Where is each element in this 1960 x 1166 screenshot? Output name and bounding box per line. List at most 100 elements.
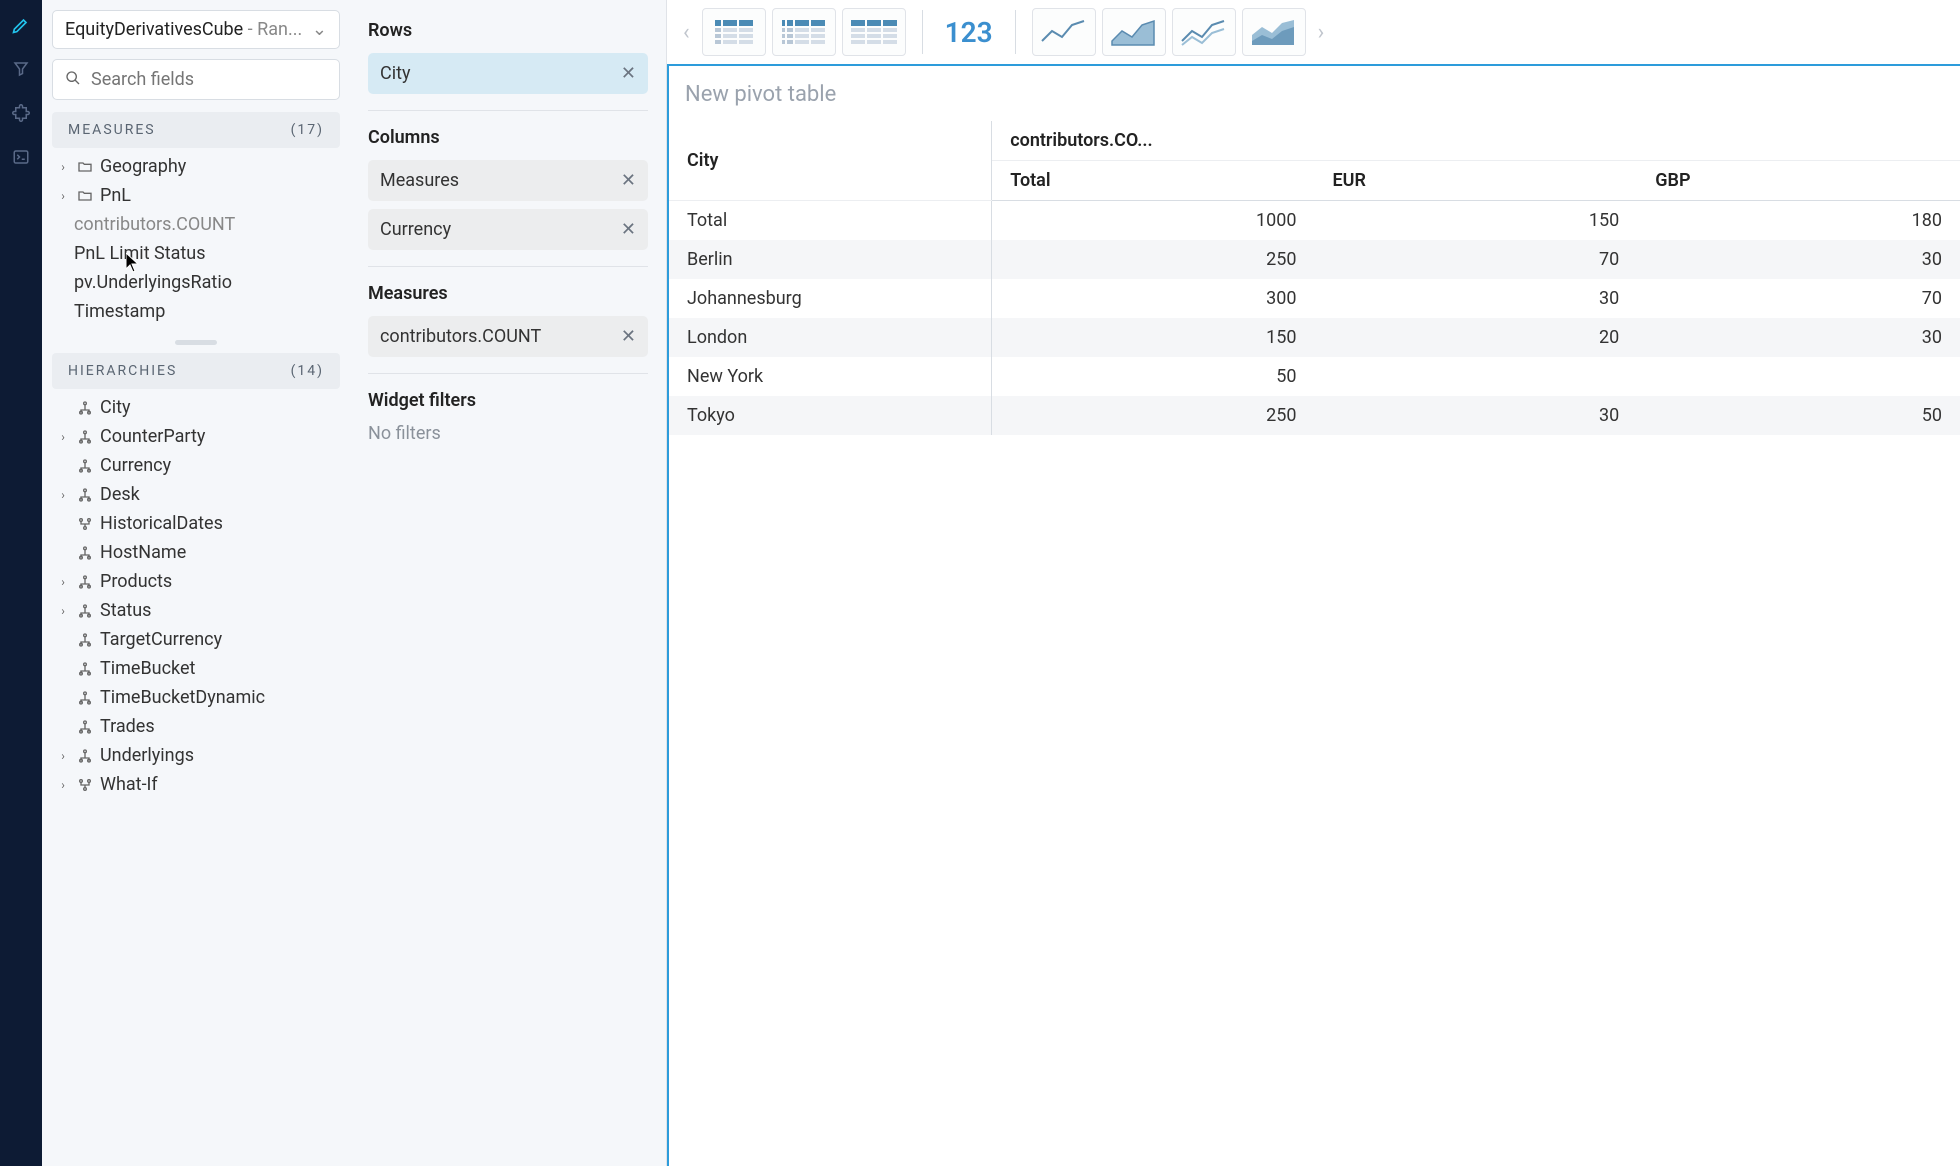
timebucket-hierarchy[interactable]: TimeBucket xyxy=(52,654,340,683)
tree-label: What-If xyxy=(100,774,158,795)
chevron-right-icon: › xyxy=(56,488,70,502)
close-icon[interactable]: ✕ xyxy=(621,326,636,347)
tree-label: Trades xyxy=(100,716,155,737)
trades-hierarchy[interactable]: Trades xyxy=(52,712,340,741)
table-row[interactable]: Johannesburg 300 30 70 xyxy=(669,279,1960,318)
table-row[interactable]: Berlin 250 70 30 xyxy=(669,240,1960,279)
chevron-right-icon: › xyxy=(56,604,70,618)
tree-label: PnL xyxy=(100,185,131,206)
stacked-area-chart-view-button[interactable] xyxy=(1242,8,1306,56)
row-label: Johannesburg xyxy=(669,279,992,318)
toolbar-separator xyxy=(922,10,923,54)
tree-label: Status xyxy=(100,600,151,621)
pnl-folder[interactable]: › PnL xyxy=(52,181,340,210)
tree-label: TimeBucketDynamic xyxy=(100,687,265,708)
cube-name: EquityDerivativesCube xyxy=(65,19,243,40)
pivot-container: New pivot table City contributors.CO... … xyxy=(667,64,1960,1166)
pivot-table-view-button[interactable] xyxy=(702,8,766,56)
city-hierarchy[interactable]: City xyxy=(52,393,340,422)
currency-hierarchy[interactable]: Currency xyxy=(52,451,340,480)
table-row[interactable]: London 150 20 30 xyxy=(669,318,1960,357)
search-input[interactable] xyxy=(91,69,327,90)
cell xyxy=(1637,357,1960,396)
row-label: New York xyxy=(669,357,992,396)
cell: 300 xyxy=(992,279,1315,318)
whatif-hierarchy[interactable]: › What-If xyxy=(52,770,340,799)
row-label: Total xyxy=(669,201,992,241)
rows-chip-city[interactable]: City ✕ xyxy=(368,53,648,94)
close-icon[interactable]: ✕ xyxy=(621,63,636,84)
cell: 1000 xyxy=(992,201,1315,241)
hierarchy-branch-icon xyxy=(76,516,94,532)
no-filters-text: No filters xyxy=(368,423,648,444)
chip-label: Measures xyxy=(380,170,459,191)
filter-icon[interactable] xyxy=(10,58,32,80)
underlyings-ratio-measure[interactable]: pv.UnderlyingsRatio xyxy=(52,268,340,297)
multi-line-chart-view-button[interactable] xyxy=(1172,8,1236,56)
columns-chip-measures[interactable]: Measures ✕ xyxy=(368,160,648,201)
tree-label: HostName xyxy=(100,542,186,563)
hostname-hierarchy[interactable]: HostName xyxy=(52,538,340,567)
close-icon[interactable]: ✕ xyxy=(621,170,636,191)
col-header[interactable]: contributors.CO... xyxy=(992,121,1960,161)
hierarchy-icon xyxy=(76,545,94,561)
hierarchy-icon xyxy=(76,574,94,590)
close-icon[interactable]: ✕ xyxy=(621,219,636,240)
table-row[interactable]: Total 1000 150 180 xyxy=(669,201,1960,241)
contributors-measure[interactable]: contributors.COUNT xyxy=(52,210,340,239)
subcol-total[interactable]: Total xyxy=(992,161,1315,201)
timebucketdyn-hierarchy[interactable]: TimeBucketDynamic xyxy=(52,683,340,712)
measures-chip-contributors[interactable]: contributors.COUNT ✕ xyxy=(368,316,648,357)
hierarchies-title: HIERARCHIES xyxy=(68,363,177,379)
pivot-title[interactable]: New pivot table xyxy=(669,76,1960,121)
table-row[interactable]: New York 50 xyxy=(669,357,1960,396)
area-chart-view-button[interactable] xyxy=(1102,8,1166,56)
timestamp-measure[interactable]: Timestamp xyxy=(52,297,340,326)
hierarchy-icon xyxy=(76,400,94,416)
tree-label: Products xyxy=(100,571,172,592)
main-area: ‹ 123 xyxy=(666,0,1960,1166)
cell: 50 xyxy=(992,357,1315,396)
tree-table-view-button[interactable] xyxy=(772,8,836,56)
products-hierarchy[interactable]: › Products xyxy=(52,567,340,596)
underlyings-hierarchy[interactable]: › Underlyings xyxy=(52,741,340,770)
chip-label: Currency xyxy=(380,219,451,240)
geography-folder[interactable]: › Geography xyxy=(52,152,340,181)
table-row[interactable]: Tokyo 250 30 50 xyxy=(669,396,1960,435)
columns-chip-currency[interactable]: Currency ✕ xyxy=(368,209,648,250)
resize-handle[interactable] xyxy=(175,340,217,345)
config-panel: Rows City ✕ Columns Measures ✕ Currency … xyxy=(350,0,666,1166)
edit-icon[interactable] xyxy=(10,14,32,36)
scroll-right-icon[interactable]: › xyxy=(1312,20,1331,45)
hierarchies-header[interactable]: HIERARCHIES (14) xyxy=(52,353,340,389)
desk-hierarchy[interactable]: › Desk xyxy=(52,480,340,509)
view-toolbar: ‹ 123 xyxy=(667,0,1960,64)
measures-header[interactable]: MEASURES (17) xyxy=(52,112,340,148)
divider xyxy=(368,110,648,111)
terminal-icon[interactable] xyxy=(10,146,32,168)
cell: 20 xyxy=(1315,318,1638,357)
kpi-view-button[interactable]: 123 xyxy=(939,16,999,49)
tree-label: City xyxy=(100,397,131,418)
targetcurrency-hierarchy[interactable]: TargetCurrency xyxy=(52,625,340,654)
row-header[interactable]: City xyxy=(669,121,992,201)
scroll-left-icon[interactable]: ‹ xyxy=(677,20,696,45)
subcol-gbp[interactable]: GBP xyxy=(1637,161,1960,201)
puzzle-icon[interactable] xyxy=(10,102,32,124)
table-view-button[interactable] xyxy=(842,8,906,56)
status-hierarchy[interactable]: › Status xyxy=(52,596,340,625)
tree-label: Currency xyxy=(100,455,171,476)
cell: 50 xyxy=(1637,396,1960,435)
search-icon xyxy=(65,70,81,90)
chevron-right-icon: › xyxy=(56,575,70,589)
search-box[interactable] xyxy=(52,59,340,100)
line-chart-view-button[interactable] xyxy=(1032,8,1096,56)
cell: 250 xyxy=(992,396,1315,435)
historical-hierarchy[interactable]: HistoricalDates xyxy=(52,509,340,538)
subcol-eur[interactable]: EUR xyxy=(1315,161,1638,201)
folder-icon xyxy=(76,159,94,175)
pnl-limit-measure[interactable]: PnL Limit Status xyxy=(52,239,340,268)
cube-selector[interactable]: EquityDerivativesCube - Ran... ⌄ xyxy=(52,10,340,49)
hierarchy-icon xyxy=(76,748,94,764)
counterparty-hierarchy[interactable]: › CounterParty xyxy=(52,422,340,451)
